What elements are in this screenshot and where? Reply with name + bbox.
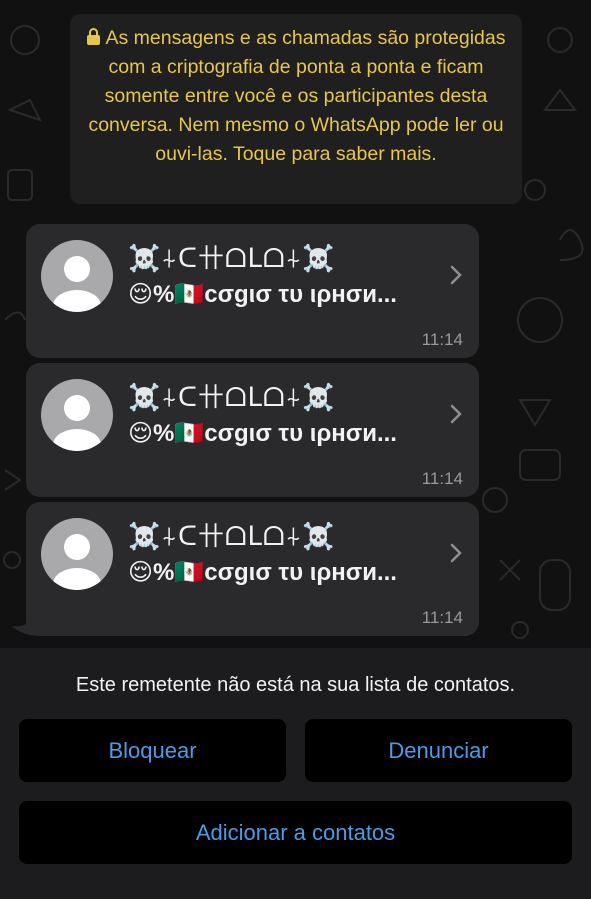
bubble-tail: [12, 614, 42, 636]
encryption-notice-text: As mensagens e as chamadas são protegida…: [88, 27, 506, 165]
message-time: 11:14: [421, 469, 463, 488]
unknown-sender-notice: Este remetente não está na sua lista de …: [75, 674, 516, 696]
add-to-contacts-button[interactable]: Adicionar a contatos: [19, 801, 572, 864]
message-time: 11:14: [421, 330, 463, 349]
block-button[interactable]: Bloquear: [19, 719, 286, 782]
sender-name: ☠️⍭ᑕ卄ᗝᒪᗝ⍭☠️: [128, 521, 336, 551]
default-avatar-icon: [53, 256, 101, 312]
message-time: 11:14: [421, 608, 463, 627]
chevron-right-icon: [450, 265, 462, 285]
message-preview: 😌%🇲🇽cσgισ τυ ιρнσи...: [128, 281, 397, 308]
message-bubble[interactable]: ☠️⍭ᑕ卄ᗝᒪᗝ⍭☠️ 😌%🇲🇽cσgισ τυ ιρнσи... 11:14: [26, 502, 479, 636]
report-button[interactable]: Denunciar: [305, 719, 572, 782]
sender-name: ☠️⍭ᑕ卄ᗝᒪᗝ⍭☠️: [128, 382, 336, 412]
avatar: [41, 240, 113, 312]
chevron-right-icon: [450, 543, 462, 563]
avatar: [41, 518, 113, 590]
encryption-notice[interactable]: As mensagens e as chamadas são protegida…: [70, 14, 522, 204]
message-bubble[interactable]: ☠️⍭ᑕ卄ᗝᒪᗝ⍭☠️ 😌%🇲🇽cσgισ τυ ιρнσи... 11:14: [26, 224, 479, 358]
unknown-sender-panel: Este remetente não está na sua lista de …: [0, 648, 591, 899]
sender-name: ☠️⍭ᑕ卄ᗝᒪᗝ⍭☠️: [128, 243, 336, 273]
avatar: [41, 379, 113, 451]
message-bubble[interactable]: ☠️⍭ᑕ卄ᗝᒪᗝ⍭☠️ 😌%🇲🇽cσgισ τυ ιρнσи... 11:14: [26, 363, 479, 497]
default-avatar-icon: [53, 534, 101, 590]
lock-icon: [86, 28, 100, 45]
default-avatar-icon: [53, 395, 101, 451]
chat-background: As mensagens e as chamadas são protegida…: [0, 0, 591, 648]
message-preview: 😌%🇲🇽cσgισ τυ ιρнσи...: [128, 420, 397, 447]
message-preview: 😌%🇲🇽cσgισ τυ ιρнσи...: [128, 559, 397, 586]
chevron-right-icon: [450, 404, 462, 424]
